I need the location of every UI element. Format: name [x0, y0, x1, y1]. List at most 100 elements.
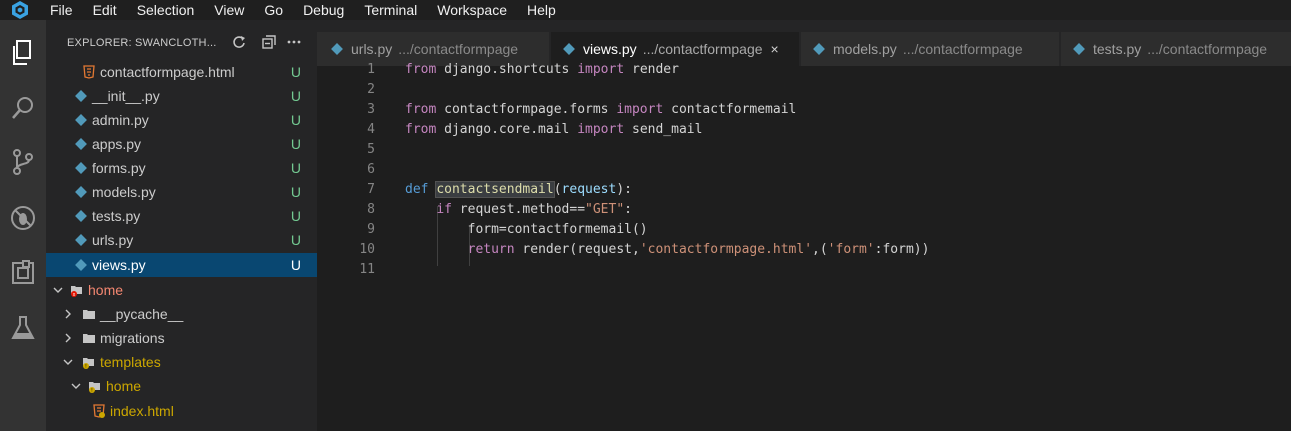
menu-edit[interactable]: Edit: [83, 0, 127, 20]
code-text: form=contactformemail(): [405, 222, 648, 237]
python-file-icon: [813, 43, 827, 55]
tree-item-label: contactformpage.html: [100, 64, 235, 80]
test-flask-icon[interactable]: [5, 310, 41, 346]
line-number: 3: [367, 102, 375, 117]
tree-folder[interactable]: __pycache__: [46, 302, 317, 326]
tree-item-label: __init__.py: [92, 88, 160, 104]
line-number: 5: [367, 142, 375, 157]
chevron-down-icon: [62, 357, 74, 367]
close-icon[interactable]: ×: [771, 41, 779, 57]
code-line: 4 from django.core.mail import send_mail: [317, 120, 1291, 140]
explorer-sidebar: EXPLORER: SWANCLOTH... contactformpage.h…: [46, 20, 317, 431]
files-icon[interactable]: [5, 35, 41, 71]
tree-item-selected[interactable]: views.py U: [46, 253, 317, 277]
tab-filename: tests.py: [1093, 41, 1142, 57]
chevron-right-icon: [62, 309, 74, 319]
line-number: 7: [367, 182, 375, 197]
tree-folder[interactable]: migrations: [46, 326, 317, 350]
line-number: 11: [359, 262, 375, 277]
python-file-icon: [1073, 43, 1087, 55]
python-file-icon: [331, 43, 345, 55]
tree-item[interactable]: urls.py U: [46, 228, 317, 252]
tree-item[interactable]: tests.py U: [46, 204, 317, 228]
folder-open-icon: !: [82, 355, 96, 369]
python-file-icon: [74, 233, 88, 247]
tab-path: .../contactformpage: [902, 41, 1023, 57]
menu-help[interactable]: Help: [517, 0, 566, 20]
tab-path: .../contactformpage: [398, 41, 519, 57]
tree-folder[interactable]: ! home: [46, 374, 317, 398]
folder-icon: [82, 331, 96, 345]
tree-item[interactable]: forms.py U: [46, 156, 317, 180]
svg-text:!: !: [91, 388, 92, 393]
code-line: 9 form=contactformemail(): [317, 220, 1291, 240]
menu-workspace[interactable]: Workspace: [427, 0, 517, 20]
menu-file[interactable]: File: [40, 0, 83, 20]
python-file-icon: [563, 43, 577, 55]
tree-item[interactable]: index.html: [46, 399, 317, 423]
code-line: 2: [317, 80, 1291, 100]
folder-open-icon: !: [88, 379, 102, 393]
menu-debug[interactable]: Debug: [293, 0, 354, 20]
chevron-right-icon: [62, 333, 74, 343]
tab-path: .../contactformpage: [642, 41, 763, 57]
code-editor[interactable]: 1 from django.shortcuts import render 2 …: [317, 62, 1291, 431]
tree-item-label: home: [106, 378, 142, 394]
tab-filename: views.py: [583, 41, 637, 57]
python-file-icon: [74, 185, 88, 199]
source-control-icon[interactable]: [5, 144, 41, 180]
debug-icon[interactable]: [5, 200, 41, 236]
code-text: if request.method=="GET":: [436, 202, 632, 217]
line-number: 2: [367, 82, 375, 97]
menu-go[interactable]: Go: [254, 0, 293, 20]
tree-item-label: admin.py: [92, 112, 149, 128]
tree-folder[interactable]: ! templates: [46, 350, 317, 374]
python-file-icon: [74, 137, 88, 151]
git-status-badge: U: [290, 257, 301, 273]
extensions-icon[interactable]: [5, 255, 41, 291]
activity-bar: [0, 20, 46, 431]
tree-item-label: tests.py: [92, 208, 141, 224]
tree-folder[interactable]: x home: [46, 278, 317, 302]
code-line: 11: [317, 260, 1291, 280]
tree-item[interactable]: apps.py U: [46, 132, 317, 156]
git-status-badge: U: [290, 64, 301, 80]
refresh-icon[interactable]: [231, 34, 247, 50]
git-status-badge: U: [290, 160, 301, 176]
code-text: def contactsendmail(request):: [405, 181, 632, 198]
tree-item-label: views.py: [92, 257, 146, 273]
chevron-down-icon: [70, 381, 82, 391]
svg-text:!: !: [85, 364, 86, 369]
search-icon[interactable]: [5, 90, 41, 126]
python-file-icon: [74, 209, 88, 223]
tree-item[interactable]: admin.py U: [46, 108, 317, 132]
git-status-badge: U: [290, 208, 301, 224]
tree-item-label: forms.py: [92, 160, 146, 176]
tab-path: .../contactformpage: [1147, 41, 1268, 57]
code-text: from contactformpage.forms import contac…: [405, 102, 797, 117]
git-status-badge: U: [290, 136, 301, 152]
html-file-icon: [82, 65, 96, 79]
code-text: from django.shortcuts import render: [405, 62, 679, 77]
code-line: 1 from django.shortcuts import render: [317, 60, 1291, 80]
code-text: from django.core.mail import send_mail: [405, 122, 703, 137]
tree-item[interactable]: __init__.py U: [46, 84, 317, 108]
menu-terminal[interactable]: Terminal: [354, 0, 427, 20]
tree-item[interactable]: contactformpage.html U: [46, 60, 317, 84]
tree-item[interactable]: models.py U: [46, 180, 317, 204]
git-status-badge: U: [290, 232, 301, 248]
python-file-icon: [74, 161, 88, 175]
tab-filename: models.py: [833, 41, 897, 57]
menu-view[interactable]: View: [204, 0, 254, 20]
folder-icon: [82, 307, 96, 321]
python-file-icon: [74, 258, 88, 272]
python-file-icon: [74, 89, 88, 103]
menu-selection[interactable]: Selection: [127, 0, 205, 20]
python-file-icon: [74, 113, 88, 127]
git-status-badge: U: [290, 112, 301, 128]
explorer-title: EXPLORER: SWANCLOTH...: [67, 37, 217, 49]
line-number: 6: [367, 162, 375, 177]
collapse-all-icon[interactable]: [261, 34, 277, 50]
more-icon[interactable]: [286, 34, 302, 50]
code-line: 5: [317, 140, 1291, 160]
